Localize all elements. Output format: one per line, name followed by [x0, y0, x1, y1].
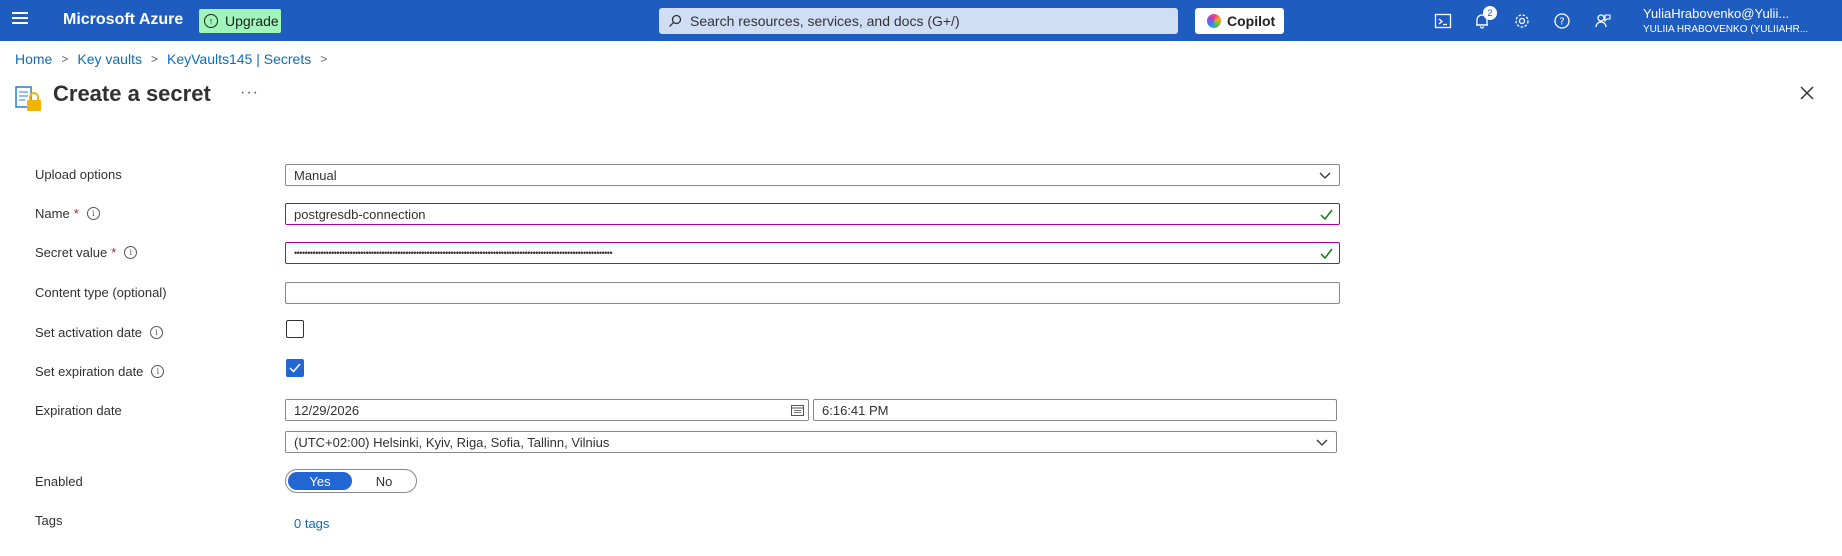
search-icon: [669, 14, 682, 27]
tags-label: Tags: [35, 513, 62, 528]
enabled-label-text: Enabled: [35, 474, 83, 489]
top-bar: Microsoft Azure ↑ Upgrade Search resourc…: [0, 0, 1842, 41]
more-options-button[interactable]: ···: [240, 84, 259, 102]
expiration-date-toggle-label-text: Set expiration date: [35, 364, 144, 379]
menu-icon[interactable]: [12, 12, 28, 28]
cloud-shell-icon[interactable]: [1434, 12, 1452, 30]
activation-date-checkbox[interactable]: [286, 320, 304, 338]
feedback-icon[interactable]: [1594, 12, 1612, 30]
upgrade-button[interactable]: ↑ Upgrade: [199, 9, 281, 33]
breadcrumb-home[interactable]: Home: [15, 51, 52, 67]
help-icon[interactable]: ?: [1553, 12, 1571, 30]
checkmark-icon: [289, 363, 301, 373]
timezone-select[interactable]: (UTC+02:00) Helsinki, Kyiv, Riga, Sofia,…: [285, 431, 1337, 453]
close-icon[interactable]: [1798, 84, 1816, 102]
expiration-date-value: 12/29/2026: [294, 402, 360, 418]
upload-options-value: Manual: [294, 167, 337, 183]
copilot-icon: [1207, 14, 1221, 28]
activation-date-label-text: Set activation date: [35, 325, 142, 340]
secret-value-masked: ••••••••••••••••••••••••••••••••••••••••…: [294, 248, 613, 258]
expiration-date-label-text: Expiration date: [35, 403, 122, 418]
required-asterisk: *: [73, 206, 79, 221]
upload-options-label-text: Upload options: [35, 167, 122, 182]
info-icon[interactable]: i: [124, 246, 138, 259]
timezone-value: (UTC+02:00) Helsinki, Kyiv, Riga, Sofia,…: [294, 434, 610, 450]
activation-date-label: Set activation date i: [35, 325, 163, 340]
tags-link[interactable]: 0 tags: [294, 516, 329, 531]
copilot-button[interactable]: Copilot: [1195, 8, 1284, 34]
name-field[interactable]: postgresdb-connection: [285, 203, 1340, 225]
chevron-down-icon: [1316, 439, 1328, 446]
user-name: YuliaHrabovenko@Yulii...: [1643, 6, 1790, 21]
expiration-date-label: Expiration date: [35, 403, 122, 418]
page-title: Create a secret: [53, 81, 211, 106]
account-menu[interactable]: YuliaHrabovenko@Yulii... YULIIA HRABOVEN…: [1643, 6, 1808, 35]
enabled-no-option[interactable]: No: [352, 474, 416, 489]
info-icon[interactable]: i: [151, 365, 165, 378]
breadcrumb-secrets[interactable]: KeyVaults145 | Secrets: [167, 51, 311, 67]
breadcrumb: Home > Key vaults > KeyVaults145 | Secre…: [15, 51, 336, 67]
enabled-toggle[interactable]: Yes No: [285, 469, 417, 493]
settings-gear-icon[interactable]: [1513, 12, 1531, 30]
expiration-date-toggle-label: Set expiration date i: [35, 364, 165, 379]
chevron-right-icon: >: [320, 52, 328, 66]
copilot-label: Copilot: [1227, 13, 1276, 29]
expiration-date-picker[interactable]: 12/29/2026: [285, 399, 809, 421]
expiration-date-checkbox[interactable]: [286, 359, 304, 377]
upload-options-label: Upload options: [35, 167, 122, 182]
required-asterisk: *: [111, 245, 117, 260]
info-icon[interactable]: i: [149, 326, 163, 339]
secret-value-label: Secret value * i: [35, 245, 138, 260]
tags-label-text: Tags: [35, 513, 63, 528]
brand-title[interactable]: Microsoft Azure: [63, 11, 183, 29]
chevron-right-icon: >: [61, 52, 69, 66]
enabled-label: Enabled: [35, 474, 83, 489]
name-label: Name * i: [35, 206, 100, 221]
search-placeholder: Search resources, services, and docs (G+…: [690, 13, 960, 29]
calendar-icon[interactable]: [791, 404, 804, 416]
chevron-down-icon: [1319, 172, 1331, 179]
content-type-label-text: Content type (optional): [35, 285, 167, 300]
upload-options-select[interactable]: Manual: [285, 164, 1340, 186]
chevron-right-icon: >: [150, 52, 158, 66]
upgrade-icon: ↑: [204, 14, 218, 28]
breadcrumb-key-vaults[interactable]: Key vaults: [77, 51, 142, 67]
search-input[interactable]: Search resources, services, and docs (G+…: [659, 8, 1178, 34]
valid-check-icon: [1320, 209, 1333, 220]
notification-badge: 2: [1483, 6, 1497, 20]
expiration-time-field[interactable]: 6:16:41 PM: [813, 399, 1337, 421]
secret-value-field[interactable]: ••••••••••••••••••••••••••••••••••••••••…: [285, 242, 1340, 264]
enabled-yes-option[interactable]: Yes: [288, 472, 352, 490]
secret-value-label-text: Secret value: [35, 245, 108, 260]
key-vault-secret-icon: [15, 86, 41, 111]
content-type-field[interactable]: [285, 282, 1340, 304]
info-icon[interactable]: i: [86, 207, 100, 220]
user-directory: YULIIA HRABOVENKO (YULIIAHR...: [1643, 24, 1809, 35]
svg-text:?: ?: [1559, 17, 1564, 28]
upgrade-label: Upgrade: [225, 13, 279, 29]
expiration-time-value: 6:16:41 PM: [822, 402, 889, 418]
valid-check-icon: [1320, 248, 1333, 259]
name-label-text: Name: [35, 206, 70, 221]
content-type-label: Content type (optional): [35, 285, 167, 300]
name-value: postgresdb-connection: [294, 206, 426, 222]
